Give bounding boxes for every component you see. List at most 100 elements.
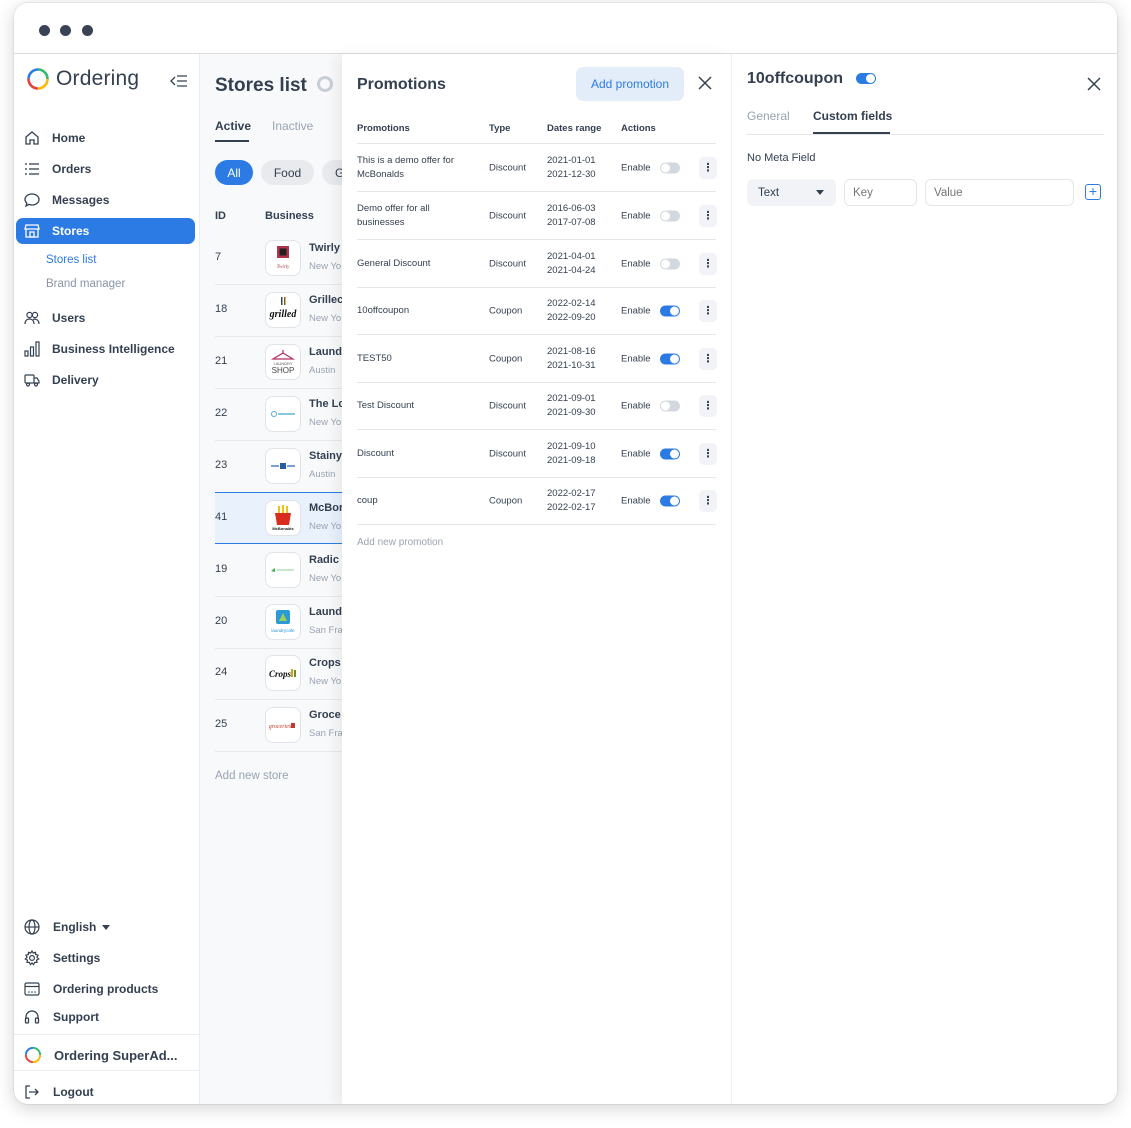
more-options-icon[interactable]: ⋮ (699, 442, 717, 465)
table-row[interactable]: coup Coupon 2022-02-17 2022-02-17 Enable … (357, 477, 717, 524)
table-row[interactable]: 25 groceries Groce San Fra (215, 700, 342, 752)
ordering-logo-icon (24, 1046, 42, 1064)
sidebar-item-users[interactable]: Users (16, 305, 195, 331)
field-type-select[interactable]: Text (747, 179, 836, 206)
table-row[interactable]: 7 Twirly Twirly New Yo (215, 233, 342, 285)
table-row[interactable]: 18 grilled Grillec New Yo (215, 285, 342, 337)
add-field-icon[interactable]: + (1085, 184, 1101, 200)
window-control-maximize[interactable] (82, 25, 93, 36)
close-promotions-icon[interactable] (698, 76, 712, 90)
filter-all[interactable]: All (215, 160, 253, 185)
sidebar-item-support[interactable]: Support (24, 1009, 99, 1025)
end-date: 2021-09-30 (547, 406, 596, 418)
tab-general[interactable]: General (747, 109, 790, 123)
table-row[interactable]: 23 Stainy Austin (215, 441, 342, 493)
start-date: 2021-01-01 (547, 154, 596, 166)
table-row[interactable]: This is a demo offer for McBonalds Disco… (357, 144, 717, 191)
promotion-type: Discount (489, 258, 526, 269)
store-icon (24, 224, 40, 238)
enable-toggle[interactable] (660, 162, 680, 173)
sidebar-item-label: Stores (52, 224, 90, 238)
key-input[interactable] (844, 179, 917, 206)
end-date: 2017-07-08 (547, 216, 596, 228)
more-options-icon[interactable]: ⋮ (699, 299, 717, 322)
filter-more[interactable]: G (322, 160, 342, 185)
store-name: Laund (309, 346, 342, 358)
browser-window-icon (24, 982, 40, 996)
enable-toggle[interactable] (660, 400, 680, 411)
sidebar-item-ordering-products[interactable]: Ordering products (24, 981, 158, 997)
more-options-icon[interactable]: ⋮ (699, 347, 717, 370)
filter-food[interactable]: Food (261, 160, 314, 185)
promotion-dates: 2021-09-01 2021-09-30 (547, 392, 596, 420)
table-row[interactable]: Test Discount Discount 2021-09-01 2021-09… (357, 382, 717, 429)
promotion-enable-toggle[interactable] (856, 73, 876, 84)
column-header-business: Business (265, 210, 314, 222)
table-row[interactable]: 21 LAUNDRY SHOP Laund Austin (215, 337, 342, 389)
add-promotion-button[interactable]: Add promotion (576, 67, 684, 101)
table-row[interactable]: 20 laundrycafe Laund San Fra (215, 597, 342, 649)
more-options-icon[interactable]: ⋮ (699, 394, 717, 417)
brand-logo[interactable]: Ordering (26, 67, 139, 91)
table-row[interactable]: Discount Discount 2021-09-10 2021-09-18 E… (357, 430, 717, 477)
add-new-store-link[interactable]: Add new store (215, 770, 289, 782)
table-row[interactable]: TEST50 Coupon 2021-08-16 2021-10-31 Enabl… (357, 335, 717, 382)
account-switcher[interactable]: Ordering SuperAd... (24, 1046, 178, 1064)
sidebar-subitem-stores-list[interactable]: Stores list (46, 254, 97, 266)
value-input[interactable] (925, 179, 1074, 206)
promotion-dates: 2021-01-01 2021-12-30 (547, 154, 596, 182)
active-tab-indicator (215, 140, 249, 142)
enable-label: Enable (621, 210, 651, 221)
collapse-sidebar-icon[interactable] (170, 74, 188, 91)
ordering-logo-icon (27, 68, 49, 90)
table-row[interactable]: 24 Crops Crops New Yo (215, 648, 342, 700)
headset-icon (24, 1010, 40, 1024)
crops-logo: Crops (265, 655, 301, 691)
promotion-dates: 2016-06-03 2017-07-08 (547, 202, 596, 230)
start-date: 2021-09-10 (547, 440, 596, 452)
account-name: Ordering SuperAd... (54, 1047, 178, 1063)
sidebar-item-settings[interactable]: Settings (24, 950, 100, 966)
store-name: Radic (309, 554, 339, 566)
store-name: Grillec (309, 294, 342, 306)
tab-active[interactable]: Active (215, 119, 251, 133)
add-new-promotion-link[interactable]: Add new promotion (357, 537, 443, 548)
more-options-icon[interactable]: ⋮ (699, 204, 717, 227)
tab-custom-fields[interactable]: Custom fields (813, 109, 892, 123)
table-row[interactable]: Demo offer for all businesses Discount 2… (357, 192, 717, 239)
table-row[interactable]: 10offcoupon Coupon 2022-02-14 2022-09-20 … (357, 287, 717, 334)
table-row[interactable]: 22 The Lc New Yo (215, 389, 342, 441)
language-selector[interactable]: English (24, 919, 111, 935)
tab-inactive[interactable]: Inactive (272, 119, 313, 133)
sidebar-subitem-brand-manager[interactable]: Brand manager (46, 278, 125, 290)
sidebar-item-stores[interactable]: Stores (16, 218, 195, 244)
sidebar-item-messages[interactable]: Messages (16, 187, 195, 213)
enable-toggle[interactable] (660, 448, 680, 459)
more-options-icon[interactable]: ⋮ (699, 156, 717, 179)
window-control-minimize[interactable] (60, 25, 71, 36)
radicals-logo (265, 552, 301, 588)
sidebar-item-label: Delivery (52, 373, 99, 387)
window-control-close[interactable] (39, 25, 50, 36)
sidebar-item-home[interactable]: Home (16, 125, 195, 151)
table-row[interactable]: General Discount Discount 2021-04-01 2021… (357, 240, 717, 287)
row-divider (357, 524, 716, 525)
table-row[interactable]: 41 McBonalds McBor New Yo (215, 492, 342, 544)
more-options-icon[interactable]: ⋮ (699, 252, 717, 275)
close-details-icon[interactable] (1087, 77, 1101, 91)
enable-toggle[interactable] (660, 210, 680, 221)
enable-toggle[interactable] (660, 495, 680, 506)
home-icon (25, 131, 39, 145)
logout-button[interactable]: Logout (24, 1084, 94, 1100)
enable-toggle[interactable] (660, 353, 680, 364)
more-options-icon[interactable]: ⋮ (699, 489, 717, 512)
enable-toggle[interactable] (660, 305, 680, 316)
help-icon[interactable] (317, 76, 334, 92)
grilled-logo: grilled (265, 292, 301, 328)
sidebar-item-delivery[interactable]: Delivery (16, 367, 195, 393)
sidebar-item-business-intelligence[interactable]: Business Intelligence (16, 336, 195, 362)
table-row[interactable]: 19 Radic New Yo (215, 545, 342, 597)
sidebar-item-orders[interactable]: Orders (16, 156, 195, 182)
enable-toggle[interactable] (660, 258, 680, 269)
store-city: New Yo (309, 417, 342, 428)
